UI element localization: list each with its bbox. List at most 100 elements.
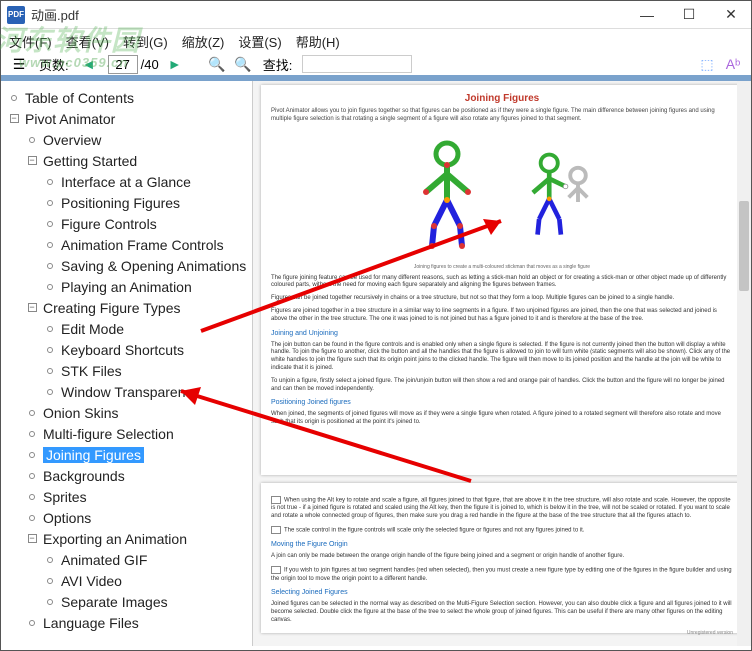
tree-label: Multi-figure Selection [43,426,174,442]
tree-label: Edit Mode [61,321,124,337]
menu-help[interactable]: 帮助(H) [296,32,340,51]
tree-item-exporting-an-animation[interactable]: −Exporting an Animation [5,528,248,549]
prev-page-icon[interactable]: ◄ [79,54,99,74]
tree-item-positioning-figures[interactable]: Positioning Figures [5,192,248,213]
menu-file[interactable]: 文件(F) [9,32,52,51]
leaf-icon [43,196,57,210]
tree-label: Keyboard Shortcuts [61,342,184,358]
leaf-icon [43,280,57,294]
tip-icon [271,566,281,574]
leaf-icon [43,343,57,357]
page-label: 页数: [39,55,69,74]
tree-item-figure-controls[interactable]: Figure Controls [5,213,248,234]
alt-key-icon [271,496,281,504]
leaf-icon [43,595,57,609]
tree-item-separate-images[interactable]: Separate Images [5,591,248,612]
collapse-icon[interactable]: − [25,532,39,546]
tree-item-stk-files[interactable]: STK Files [5,360,248,381]
footer-text: Unregistered version [271,630,733,636]
document-viewer[interactable]: Joining Figures Pivot Animator allows yo… [253,81,751,646]
leaf-icon [43,385,57,399]
text-tool-icon[interactable]: Aᵇ [723,54,743,74]
tree-label: Pivot Animator [25,111,115,127]
tree-label: Language Files [43,615,139,631]
sub3-para2: If you wish to join figures at two segme… [271,566,733,583]
intro-paragraph: Pivot Animator allows you to join figure… [271,108,733,124]
subheading-joining: Joining and Unjoining [271,330,733,337]
p2-para-1: When using the Alt key to rotate and sca… [271,496,733,521]
subheading-moving-origin: Moving the Figure Origin [271,541,733,548]
zoom-out-icon[interactable]: 🔍 [207,54,227,74]
toolbar: ☰ 页数: ◄ 27 / 40 ► 🔍 🔍 查找: ⬚ Aᵇ [1,53,751,81]
menubar: 文件(F) 查看(V) 转到(G) 缩放(Z) 设置(S) 帮助(H) [1,29,751,53]
tree-item-multi-figure-selection[interactable]: Multi-figure Selection [5,423,248,444]
menu-view[interactable]: 查看(V) [66,32,109,51]
tree-label: Options [43,510,91,526]
leaf-icon [43,322,57,336]
tree-label: Interface at a Glance [61,174,191,190]
menu-goto[interactable]: 转到(G) [123,32,168,51]
tree-item-saving-opening-animations[interactable]: Saving & Opening Animations [5,255,248,276]
tree-item-interface-at-a-glance[interactable]: Interface at a Glance [5,171,248,192]
menu-zoom[interactable]: 缩放(Z) [182,32,225,51]
collapse-icon[interactable]: − [7,112,21,126]
bookmarks-sidebar[interactable]: Table of Contents−Pivot AnimatorOverview… [1,81,253,646]
tree-item-joining-figures[interactable]: Joining Figures [5,444,248,465]
next-page-icon[interactable]: ► [165,54,185,74]
tree-item-window-transparency[interactable]: Window Transparency [5,381,248,402]
leaf-icon [25,427,39,441]
collapse-icon[interactable]: − [25,154,39,168]
tree-label: Table of Contents [25,90,134,106]
select-tool-icon[interactable]: ⬚ [697,54,717,74]
minimize-button[interactable]: — [633,5,661,25]
tree-item-keyboard-shortcuts[interactable]: Keyboard Shortcuts [5,339,248,360]
collapse-icon[interactable]: − [25,301,39,315]
tree-label: AVI Video [61,573,122,589]
bookmarks-panel-icon[interactable]: ☰ [9,54,29,74]
tree-item-getting-started[interactable]: −Getting Started [5,150,248,171]
tree-label: Animation Frame Controls [61,237,224,253]
scale-icon [271,526,281,534]
tree-item-creating-figure-types[interactable]: −Creating Figure Types [5,297,248,318]
leaf-icon [43,238,57,252]
tree-item-onion-skins[interactable]: Onion Skins [5,402,248,423]
tree-label: Window Transparency [61,384,200,400]
tree-label: Creating Figure Types [43,300,180,316]
tree-label: Playing an Animation [61,279,192,295]
tree-label: STK Files [61,363,122,379]
leaf-icon [43,553,57,567]
viewer-scrollbar[interactable] [737,81,751,646]
tree-item-edit-mode[interactable]: Edit Mode [5,318,248,339]
tree-item-overview[interactable]: Overview [5,129,248,150]
leaf-icon [25,511,39,525]
tree-item-backgrounds[interactable]: Backgrounds [5,465,248,486]
tree-label: Animated GIF [61,552,147,568]
sub1-para-2: To unjoin a figure, firstly select a joi… [271,378,733,394]
leaf-icon [43,364,57,378]
tree-item-language-files[interactable]: Language Files [5,612,248,633]
tree-item-sprites[interactable]: Sprites [5,486,248,507]
tree-item-animation-frame-controls[interactable]: Animation Frame Controls [5,234,248,255]
subheading-positioning: Positioning Joined figures [271,399,733,406]
leaf-icon [43,259,57,273]
tree-item-avi-video[interactable]: AVI Video [5,570,248,591]
zoom-in-icon[interactable]: 🔍 [233,54,253,74]
tree-item-options[interactable]: Options [5,507,248,528]
search-input[interactable] [302,55,412,73]
tree-item-animated-gif[interactable]: Animated GIF [5,549,248,570]
tree-label: Separate Images [61,594,168,610]
p2-para-2: The scale control in the figure controls… [271,526,733,535]
tree-label: Positioning Figures [61,195,180,211]
tree-label: Figure Controls [61,216,157,232]
leaf-icon [25,616,39,630]
tree-item-pivot-animator[interactable]: −Pivot Animator [5,108,248,129]
tree-item-table-of-contents[interactable]: Table of Contents [5,87,248,108]
maximize-button[interactable]: ☐ [675,5,703,25]
close-button[interactable]: ✕ [717,5,745,25]
tree-label: Exporting an Animation [43,531,187,547]
menu-settings[interactable]: 设置(S) [238,32,281,51]
current-page-input[interactable]: 27 [108,55,138,74]
tree-item-playing-an-animation[interactable]: Playing an Animation [5,276,248,297]
tree-label: Sprites [43,489,87,505]
figure-illustration [271,130,733,260]
